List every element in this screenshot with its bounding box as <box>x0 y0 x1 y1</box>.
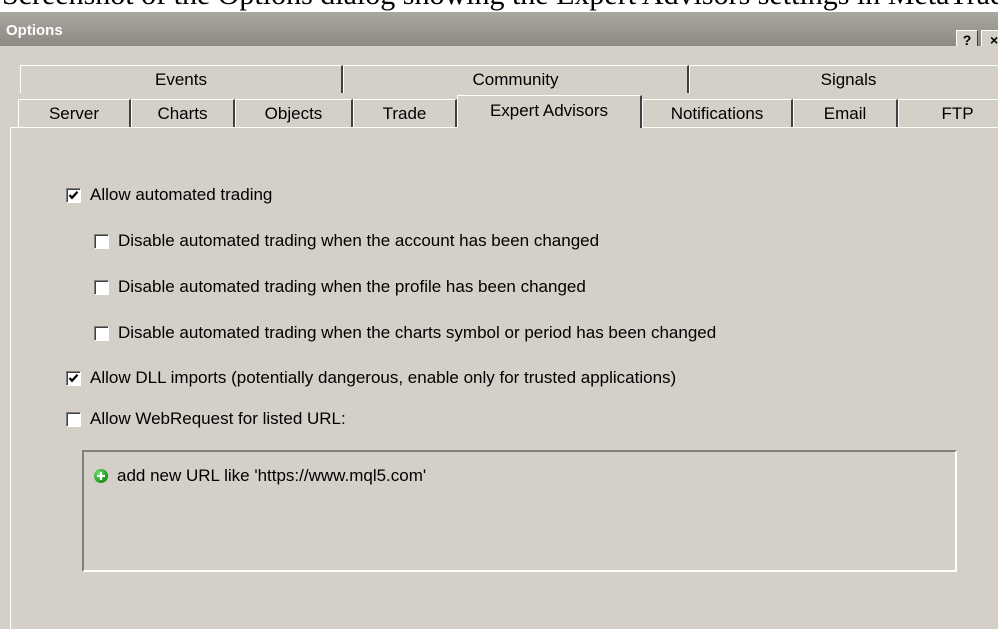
option-label: Allow DLL imports (potentially dangerous… <box>90 368 677 387</box>
add-url-row[interactable]: add new URL like 'https://www.mql5.com' <box>94 466 426 486</box>
option-allow-dll-imports[interactable]: Allow DLL imports (potentially dangerous… <box>66 367 676 389</box>
option-label: Allow WebRequest for listed URL: <box>90 409 346 428</box>
option-label: Allow automated trading <box>90 185 273 204</box>
tab-objects[interactable]: Objects <box>235 99 353 127</box>
check-mark-icon <box>68 373 79 382</box>
option-label: Disable automated trading when the accou… <box>118 231 600 250</box>
option-allow-automated-trading[interactable]: Allow automated trading <box>66 184 272 206</box>
add-url-label: add new URL like 'https://www.mql5.com' <box>117 466 427 485</box>
tab-trade[interactable]: Trade <box>353 99 457 127</box>
option-disable-on-account-change[interactable]: Disable automated trading when the accou… <box>94 230 599 252</box>
title-bar: Options ? × <box>0 12 998 50</box>
tab-email[interactable]: Email <box>793 99 898 127</box>
tab-community[interactable]: Community <box>343 65 689 93</box>
tab-ftp[interactable]: FTP <box>898 99 998 127</box>
page-caption: Screenshot of the Options dialog showing… <box>0 0 998 12</box>
add-url-icon <box>94 469 108 483</box>
option-label: Disable automated trading when the profi… <box>118 277 586 296</box>
tab-expert-advisors[interactable]: Expert Advisors <box>457 95 642 128</box>
tab-signals[interactable]: Signals <box>689 65 998 93</box>
checkbox[interactable] <box>94 279 109 295</box>
check-mark-icon <box>68 190 79 199</box>
checkbox[interactable] <box>66 187 81 203</box>
option-allow-webrequest[interactable]: Allow WebRequest for listed URL: <box>66 408 346 430</box>
checkbox[interactable] <box>66 411 81 427</box>
tab-events[interactable]: Events <box>20 65 343 93</box>
caption-text: Screenshot of the Options dialog showing… <box>2 0 998 10</box>
checkbox[interactable] <box>66 370 81 386</box>
tab-notifications[interactable]: Notifications <box>642 99 793 127</box>
checkbox[interactable] <box>94 325 109 341</box>
option-disable-on-symbol-period-change[interactable]: Disable automated trading when the chart… <box>94 322 716 344</box>
checkbox[interactable] <box>94 233 109 249</box>
option-label: Disable automated trading when the chart… <box>118 323 717 342</box>
window-title: Options <box>6 22 63 39</box>
tab-server[interactable]: Server <box>18 99 131 127</box>
tab-charts[interactable]: Charts <box>131 99 235 127</box>
url-list-box[interactable]: add new URL like 'https://www.mql5.com' <box>82 450 957 572</box>
option-disable-on-profile-change[interactable]: Disable automated trading when the profi… <box>94 276 586 298</box>
